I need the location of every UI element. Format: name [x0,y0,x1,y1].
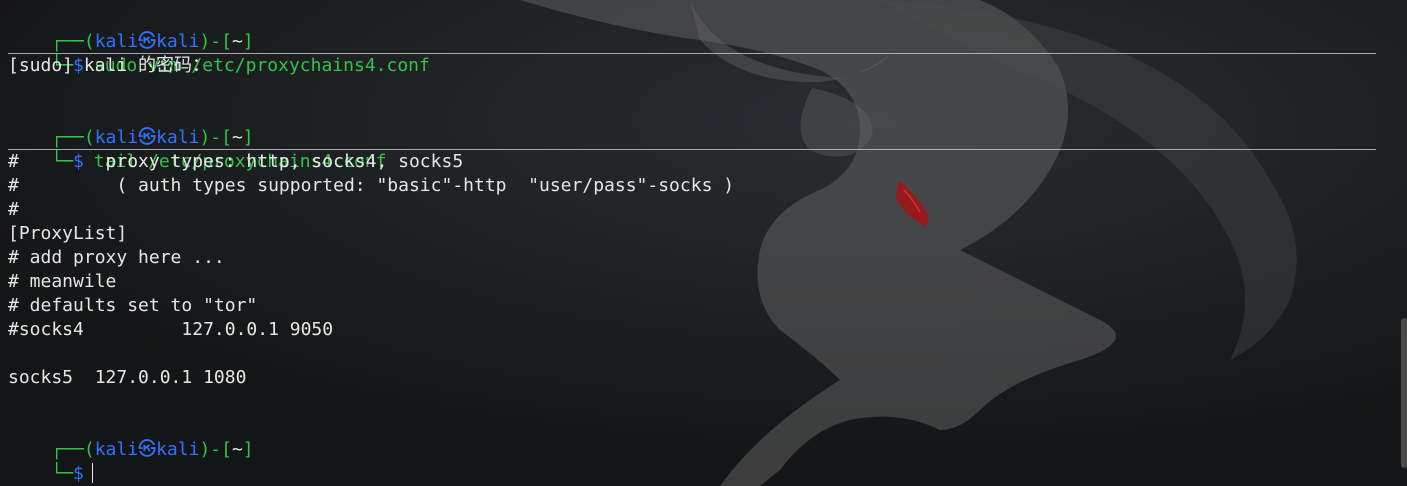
terminal-scrollbar[interactable] [1401,318,1407,468]
output-line: # meanwile [8,271,117,292]
sudo-prompt-line: [sudo] kali 的密码： [8,55,211,76]
output-line: [ProxyList] [8,223,128,244]
prompt-frame-bottom: └─ [51,463,74,484]
output-line: socks5 127.0.0.1 1080 [8,367,247,388]
output-line: #socks4 127.0.0.1 9050 [8,319,334,340]
output-line: # add proxy here ... [8,247,225,268]
output-line: # ( auth types supported: "basic"-http "… [8,175,735,196]
output-line: # [8,199,19,220]
output-line: # defaults set to "tor" [8,295,258,316]
output-line: # proxy types: http, socks4, socks5 [8,151,464,172]
command-line-1: └─$ sudo vim /etc/proxychains4.conf [8,30,1376,76]
prompt-line-3: ┌──(kali㉿kali)-[~] [8,414,1376,460]
terminal-view[interactable]: ┌──(kali㉿kali)-[~] └─$ sudo vim /etc/prox… [8,6,1376,484]
prompt-line-1: ┌──(kali㉿kali)-[~] [8,6,1376,52]
prompt-line-2: ┌──(kali㉿kali)-[~] [8,102,1376,148]
active-command-line[interactable]: └─$ [8,438,1376,484]
text-cursor [91,463,93,483]
prompt-char: $ [73,463,84,484]
command-line-2: └─$ tail /etc/proxychains4.conf [8,126,1376,172]
